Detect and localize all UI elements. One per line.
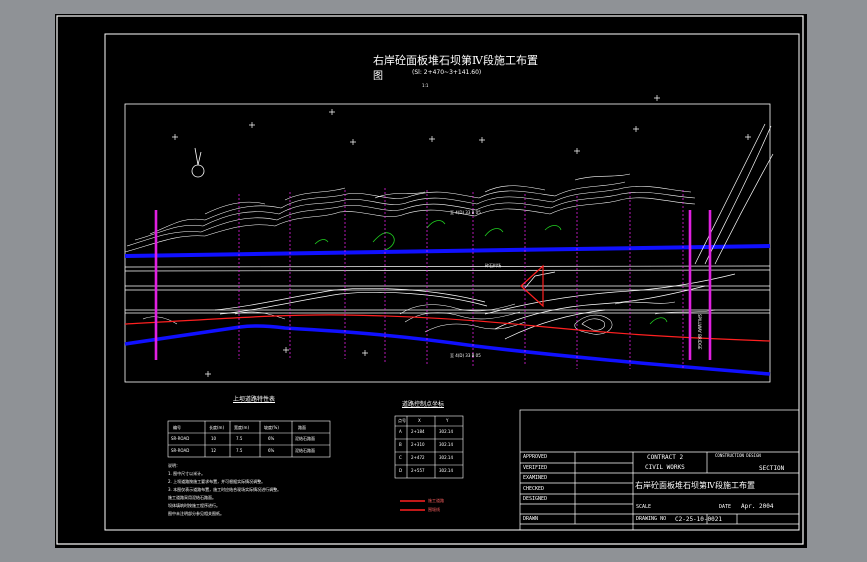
notes-line: 施工道路采用泥结石路面。 <box>168 495 216 500</box>
notes-line: 坝体填筑时按施工程序进行。 <box>168 503 220 508</box>
mid-plan-label: 碎石料场 <box>485 263 501 268</box>
table-cell: 12 <box>211 448 217 453</box>
tb-date-label: DATE <box>719 504 732 510</box>
road-label-bottom: 至 4(D) 33 B 05 <box>450 353 481 358</box>
drawing-sheet: 右岸砼面板堆石坝第Ⅳ段施工布置 图 (Sl: 2+470~3+141.60) 1… <box>55 14 807 548</box>
road-label-top: 至 4(D) 33 B 05 <box>450 210 481 215</box>
table-cell: 2+310 <box>411 442 425 447</box>
table-mid-header: Y <box>446 418 449 423</box>
notes-line: 图中未注明部分参见相关图纸。 <box>168 511 224 516</box>
tb-works: CIVIL WORKS <box>645 464 685 471</box>
tb-date: Apr. 2004 <box>741 503 774 510</box>
tb-verified: VERIFIED <box>523 465 548 471</box>
table-cell: C <box>399 455 402 460</box>
notes-line: 3. 本图仅表示道路布置，施工时应结合现场实际情况进行调整。 <box>168 487 282 492</box>
tb-drawing-no: C2-25-10-0021 <box>675 516 722 523</box>
table-cell: 泥结石路面 <box>295 436 315 441</box>
table-cell: 10 <box>211 436 217 441</box>
notes-line: 2. 上坝道路按施工要求布置，并可根据实际情况调整。 <box>168 479 266 484</box>
tb-checked: CHECKED <box>523 486 545 492</box>
tb-approved: APPROVED <box>523 454 548 460</box>
table-cell: 2+472 <box>411 455 425 460</box>
drawing-subtitle: (Sl: 2+470~3+141.60) <box>412 69 482 76</box>
table-cell: 7.5 <box>236 436 243 441</box>
table-cell: 2+557 <box>411 468 425 473</box>
tb-contract: CONTRACT 2 <box>647 454 684 461</box>
table-left-title: 上坝道路特性表 <box>233 396 276 403</box>
table-cell: 302.14 <box>439 455 453 460</box>
drawing-title-line2: 图 <box>373 71 383 82</box>
notes-heading: 说明： <box>168 463 180 468</box>
tb-scale: SCALE <box>636 504 652 510</box>
table-cell: SR-ROAD <box>171 448 190 453</box>
table-cell: 7.5 <box>236 448 243 453</box>
tb-designed: DESIGNED <box>523 496 548 502</box>
tb-design-stage: CONSTRUCTION DESIGN <box>715 453 761 458</box>
scale-label: 1:1 <box>422 83 429 88</box>
spillway-label: SPILLWAY BRIDGE <box>697 314 702 350</box>
table-left-header: 长度(m) <box>209 425 225 430</box>
drawing-title: 右岸砼面板堆石坝第Ⅳ段施工布置 <box>373 54 538 67</box>
tb-drawing-name: 右岸砼面板堆石坝第Ⅳ段施工布置 <box>635 481 755 490</box>
table-cell: 6% <box>268 448 275 453</box>
table-cell: D <box>399 468 403 473</box>
table-cell: 302.14 <box>439 442 453 447</box>
notes-line: 1. 图中尺寸以米计。 <box>168 471 206 476</box>
north-arrow-icon <box>191 147 205 178</box>
blue-boundary-top <box>124 244 771 258</box>
table-cell: 泥结石路面 <box>295 448 315 453</box>
table-left-header: 编号 <box>173 425 181 430</box>
section-markers <box>154 210 712 360</box>
table-cell: 6% <box>268 436 275 441</box>
table-mid-title: 道路控制点坐标 <box>402 401 445 408</box>
table-cell: 2+184 <box>411 429 425 434</box>
tb-drawn: DRAWN <box>523 516 539 522</box>
plan-frame <box>124 103 771 383</box>
table-cell: SR-ROAD <box>171 436 190 441</box>
table-cell: B <box>399 442 402 447</box>
table-cell: 302.14 <box>439 468 453 473</box>
table-left-header: 宽度(m) <box>234 425 250 430</box>
table-cell: A <box>399 429 402 434</box>
tb-section: SECTION <box>759 465 785 472</box>
blue-boundary-bottom <box>124 324 771 376</box>
tb-drawing-no-label: DRAWING NO <box>636 516 667 522</box>
green-contours <box>314 220 668 325</box>
station-lines <box>238 188 684 369</box>
table-mid-header: X <box>418 418 421 423</box>
legend-lines <box>400 500 425 511</box>
legend-label: 围堰线 <box>428 507 440 512</box>
legend-label: 施工道路 <box>428 498 444 503</box>
tb-examined: EXAMINED <box>523 475 548 481</box>
table-cell: 302.14 <box>439 429 453 434</box>
table-left-header: 路面 <box>298 425 306 430</box>
table-left-header: 坡度(%) <box>264 425 279 430</box>
survey-marks <box>172 95 751 377</box>
table-mid-header: 点号 <box>398 418 406 423</box>
